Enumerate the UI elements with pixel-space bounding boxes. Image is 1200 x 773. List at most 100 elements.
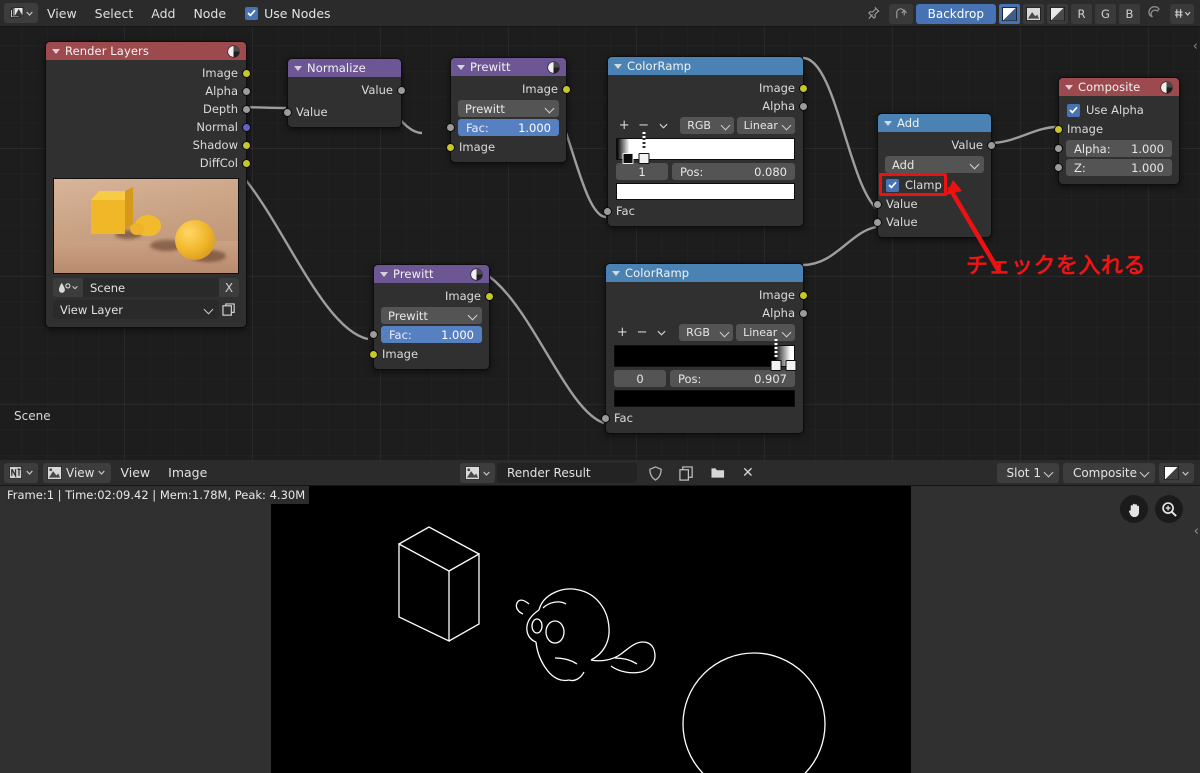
color-stop-0[interactable] (770, 339, 782, 371)
socket-image-out[interactable] (799, 291, 808, 300)
output-image[interactable]: Image (374, 287, 494, 305)
snap-grid-icon[interactable] (1170, 3, 1194, 24)
channel-color-alpha[interactable] (999, 3, 1020, 24)
color-stop-1[interactable] (638, 132, 650, 164)
node-prewitt-top[interactable]: Prewitt Image Prewitt Fac: 1.000 Image (446, 57, 571, 163)
collapse-triangle-icon[interactable] (612, 270, 620, 276)
input-value[interactable]: Value (283, 103, 401, 121)
collapse-triangle-icon[interactable] (380, 271, 388, 277)
channel-blue[interactable]: B (1119, 3, 1140, 24)
folder-icon[interactable] (705, 463, 731, 483)
socket-z-in[interactable] (1054, 163, 1063, 172)
colorramp-gradient[interactable] (616, 132, 795, 164)
input-fac[interactable]: Fac (601, 409, 803, 427)
display-channels-button[interactable] (1159, 463, 1194, 483)
stop-position[interactable]: Pos: 0.907 (670, 370, 795, 387)
socket-value-in[interactable] (283, 108, 292, 117)
new-view-layer-icon[interactable] (219, 300, 239, 319)
plus-icon[interactable]: + (616, 118, 632, 134)
zoom-magnifier-icon[interactable] (1155, 495, 1183, 523)
socket-fac-in[interactable] (446, 123, 455, 132)
node-header-math-add[interactable]: Add (878, 114, 991, 132)
input-image[interactable]: Image (446, 138, 566, 156)
menu-node[interactable]: Node (184, 0, 235, 27)
channel-image[interactable] (1023, 3, 1044, 24)
socket-fac-in[interactable] (603, 207, 612, 216)
node-header-normalize[interactable]: Normalize (288, 59, 401, 77)
node-colorramp-bottom[interactable]: ColorRamp Image Alpha + − RGB Linear 0 P… (601, 263, 808, 434)
input-fac[interactable]: Fac (603, 202, 803, 220)
node-prewitt-bottom[interactable]: Prewitt Image Prewitt Fac: 1.000 Image (369, 264, 494, 370)
colorramp-gradient[interactable] (614, 339, 797, 371)
socket-alpha[interactable] (242, 87, 251, 96)
output-shadow[interactable]: Shadow (46, 136, 251, 154)
color-mode-dropdown[interactable]: RGB (679, 324, 734, 341)
node-header-prewitt-bottom[interactable]: Prewitt (374, 265, 489, 283)
editor-type-selector[interactable] (4, 3, 38, 23)
socket-image-in[interactable] (446, 143, 455, 152)
socket-fac-in[interactable] (369, 330, 378, 339)
up-arrow-icon[interactable] (888, 3, 913, 24)
channel-red[interactable]: R (1071, 3, 1092, 24)
menu-add[interactable]: Add (142, 0, 184, 27)
node-header-composite[interactable]: Composite (1059, 78, 1179, 96)
output-image[interactable]: Image (451, 80, 571, 98)
collapse-triangle-icon[interactable] (457, 64, 465, 70)
channel-green[interactable]: G (1095, 3, 1116, 24)
socket-value-in-2[interactable] (873, 218, 882, 227)
stop-position[interactable]: Pos: 0.080 (672, 163, 795, 180)
alpha-field[interactable]: Alpha: 1.000 (1054, 140, 1172, 157)
use-alpha-row[interactable]: Use Alpha (1059, 100, 1179, 120)
socket-alpha-out[interactable] (799, 309, 808, 318)
chevron-down-icon[interactable] (653, 325, 670, 341)
image-editor-mode-selector[interactable]: View (43, 462, 112, 483)
node-composite[interactable]: Composite Use Alpha Image Alpha: 1.000 Z… (1054, 77, 1180, 185)
node-colorramp-top[interactable]: ColorRamp Image Alpha + − RGB Linear 1 P… (603, 56, 808, 227)
clamp-checkbox[interactable] (886, 178, 899, 192)
use-nodes-toggle[interactable]: Use Nodes (245, 6, 331, 21)
node-header-render-layers[interactable]: Render Layers (46, 42, 246, 60)
socket-alpha-in[interactable] (1054, 144, 1063, 153)
socket-fac-in[interactable] (601, 414, 610, 423)
stop-color-swatch[interactable] (614, 390, 795, 407)
color-mode-dropdown[interactable]: RGB (680, 117, 734, 134)
compositor-node-editor[interactable]: Render Layers Image Alpha Depth Normal S… (0, 27, 1200, 460)
output-value[interactable]: Value (288, 81, 406, 99)
color-stop-0[interactable] (622, 148, 634, 164)
use-nodes-checkbox[interactable] (245, 6, 259, 20)
plus-icon[interactable]: + (614, 325, 631, 341)
socket-diffcol[interactable] (242, 159, 251, 168)
pan-hand-icon[interactable] (1120, 495, 1148, 523)
output-image[interactable]: Image (608, 79, 808, 97)
interpolation-dropdown[interactable]: Linear (736, 324, 796, 341)
socket-image-out[interactable] (485, 292, 494, 301)
filter-type-dropdown[interactable]: Prewitt (381, 307, 482, 324)
magnet-icon[interactable] (1143, 4, 1167, 24)
input-image[interactable]: Image (369, 345, 489, 363)
node-render-layers[interactable]: Render Layers Image Alpha Depth Normal S… (45, 41, 251, 328)
fac-slider[interactable]: Fac: 1.000 (446, 119, 559, 136)
output-image[interactable]: Image (46, 64, 251, 82)
socket-image-in[interactable] (369, 350, 378, 359)
duplicate-icon[interactable] (674, 463, 699, 483)
color-stop-1[interactable] (785, 355, 797, 371)
node-normalize[interactable]: Normalize Value Value (283, 58, 406, 128)
z-field[interactable]: Z: 1.000 (1054, 159, 1172, 176)
scene-selector[interactable]: Scene X (53, 278, 239, 297)
socket-value-in-1[interactable] (873, 200, 882, 209)
image-name-field[interactable]: Render Result (497, 463, 637, 483)
input-value-2[interactable]: Value (873, 213, 991, 231)
image-sidebar-toggle[interactable]: ‹ (1194, 524, 1199, 539)
socket-value-out[interactable] (987, 141, 996, 150)
menu-view[interactable]: View (38, 0, 86, 27)
socket-normal[interactable] (242, 123, 251, 132)
close-icon[interactable]: X (219, 278, 239, 297)
output-alpha[interactable]: Alpha (46, 82, 251, 100)
image-editor-menu-image[interactable]: Image (159, 465, 216, 480)
socket-alpha-out[interactable] (799, 102, 808, 111)
collapse-triangle-icon[interactable] (1065, 84, 1073, 90)
view-layer-name[interactable]: View Layer (53, 300, 219, 319)
shield-icon[interactable] (643, 463, 668, 483)
minus-icon[interactable]: − (634, 325, 651, 341)
output-normal[interactable]: Normal (46, 118, 251, 136)
